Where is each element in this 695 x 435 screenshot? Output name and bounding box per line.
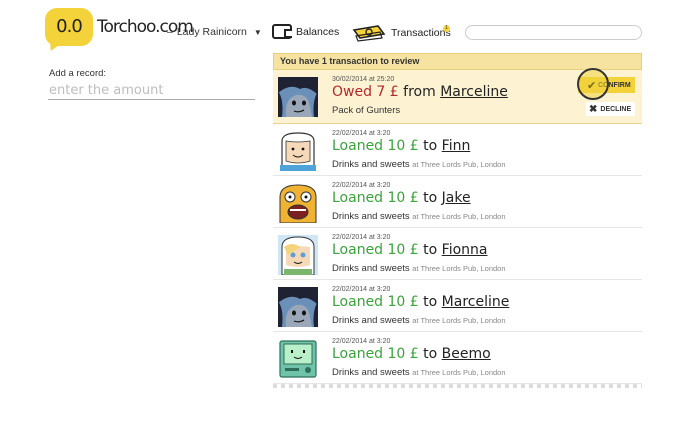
transaction-location: at Three Lords Pub, London	[412, 264, 506, 273]
transaction-description: Drinks and sweets at Three Lords Pub, Lo…	[332, 367, 506, 378]
nav-balances[interactable]: Balances	[272, 24, 339, 39]
transaction-person-link[interactable]: Marceline	[442, 294, 510, 310]
finn-avatar	[278, 131, 318, 171]
transaction-description: Drinks and sweets at Three Lords Pub, Lo…	[332, 263, 506, 274]
transaction-location: at Three Lords Pub, London	[412, 368, 506, 377]
transaction-desc-text: Drinks and sweets	[332, 367, 410, 378]
transaction-headline: Loaned 10 £ to Beemo	[332, 346, 491, 362]
feed-torn-edge	[273, 384, 642, 388]
transaction-direction: to	[423, 190, 438, 206]
transaction-description: Drinks and sweets at Three Lords Pub, Lo…	[332, 159, 506, 170]
transaction-desc-text: Pack of Gunters	[332, 105, 401, 116]
add-record-label: Add a record:	[49, 68, 107, 79]
transaction-person-link[interactable]: Beemo	[442, 346, 491, 362]
transaction-headline: Loaned 10 £ to Finn	[332, 138, 470, 154]
transaction-headline: Loaned 10 £ to Jake	[332, 190, 471, 206]
transaction-person-link[interactable]: Marceline	[440, 84, 508, 100]
transaction-direction: to	[423, 346, 438, 362]
transaction-person-link[interactable]: Fionna	[442, 242, 488, 258]
transaction-timestamp: 22/02/2014 at 3:20	[332, 234, 391, 241]
transaction-desc-text: Drinks and sweets	[332, 159, 410, 170]
user-name: Lady Rainicorn	[176, 26, 247, 38]
transaction-amount: Loaned 10 £	[332, 346, 419, 362]
transaction-timestamp: 22/02/2014 at 3:20	[332, 182, 391, 189]
transaction-timestamp: 22/02/2014 at 3:20	[332, 286, 391, 293]
close-icon: ✖	[589, 103, 598, 115]
wallet-icon	[272, 24, 292, 39]
transaction-headline: Owed 7 £ from Marceline	[332, 84, 508, 100]
decline-button[interactable]: ✖ DECLINE	[586, 102, 635, 116]
transaction-location: at Three Lords Pub, London	[412, 160, 506, 169]
review-banner: You have 1 transaction to review	[273, 53, 642, 70]
transaction-description: Drinks and sweets at Three Lords Pub, Lo…	[332, 315, 506, 326]
decline-label: DECLINE	[600, 105, 632, 113]
transaction-direction: to	[423, 242, 438, 258]
transaction-direction: from	[403, 84, 436, 100]
check-icon: ✔	[587, 80, 597, 92]
transaction-amount: Loaned 10 £	[332, 242, 419, 258]
transaction-location: at Three Lords Pub, London	[412, 316, 506, 325]
transaction-timestamp: 22/02/2014 at 3:20	[332, 338, 391, 345]
transaction-timestamp: 30/02/2014 at 25:20	[332, 76, 395, 83]
transaction-description: Drinks and sweets at Three Lords Pub, Lo…	[332, 211, 506, 222]
transaction-description: Pack of Gunters	[332, 105, 400, 116]
transaction-person-link[interactable]: Finn	[442, 138, 471, 154]
transactions-badge: 1	[443, 25, 450, 32]
search-input[interactable]	[465, 25, 642, 40]
transaction-direction: to	[423, 294, 438, 310]
transaction-location: at Three Lords Pub, London	[412, 212, 506, 221]
nav-transactions[interactable]: Transactions	[352, 24, 451, 42]
transaction-person-link[interactable]: Jake	[442, 190, 471, 206]
transaction-amount: Loaned 10 £	[332, 294, 419, 310]
transaction-headline: Loaned 10 £ to Marceline	[332, 294, 509, 310]
nav-transactions-label: Transactions	[391, 27, 451, 39]
jake-avatar	[278, 183, 318, 223]
nav-balances-label: Balances	[296, 25, 340, 38]
transaction-direction: to	[423, 138, 438, 154]
transaction-row[interactable]: 22/02/2014 at 3:20 Loaned 10 £ to Beemo …	[273, 332, 642, 384]
transactions-icon	[352, 25, 386, 42]
transaction-desc-text: Drinks and sweets	[332, 211, 410, 222]
user-menu[interactable]: – Lady Rainicorn ▼	[167, 26, 262, 38]
dash: –	[167, 26, 173, 38]
transaction-amount: Owed 7 £	[332, 84, 399, 100]
transaction-row[interactable]: 22/02/2014 at 3:20 Loaned 10 £ to Jake D…	[273, 176, 642, 228]
marceline-avatar	[278, 287, 318, 327]
amount-input[interactable]	[48, 81, 255, 100]
transaction-amount: Loaned 10 £	[332, 138, 419, 154]
transaction-desc-text: Drinks and sweets	[332, 263, 410, 274]
fionna-avatar	[278, 235, 318, 275]
transaction-headline: Loaned 10 £ to Fionna	[332, 242, 488, 258]
beemo-avatar	[278, 339, 318, 379]
transaction-row[interactable]: 22/02/2014 at 3:20 Loaned 10 £ to Marcel…	[273, 280, 642, 332]
marceline-avatar	[278, 77, 318, 117]
transaction-row[interactable]: 22/02/2014 at 3:20 Loaned 10 £ to Finn D…	[273, 124, 642, 176]
transaction-amount: Loaned 10 £	[332, 190, 419, 206]
transaction-timestamp: 22/02/2014 at 3:20	[332, 130, 391, 137]
chevron-down-icon: ▼	[253, 27, 262, 37]
transaction-row[interactable]: 22/02/2014 at 3:20 Loaned 10 £ to Fionna…	[273, 228, 642, 280]
transaction-desc-text: Drinks and sweets	[332, 315, 410, 326]
logo-text: 0.0	[56, 16, 83, 37]
logo[interactable]: 0.0	[45, 8, 93, 55]
